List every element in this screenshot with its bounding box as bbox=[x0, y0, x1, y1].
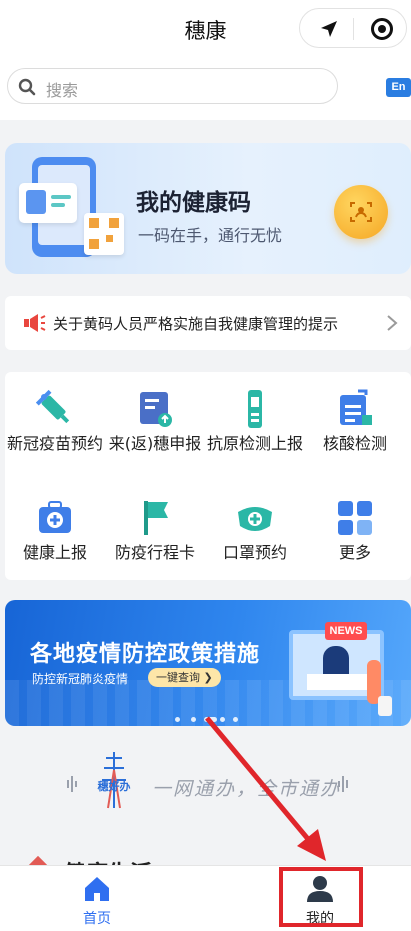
declaration-form-icon bbox=[140, 392, 172, 427]
luggage-illustration bbox=[378, 696, 392, 716]
carousel-indicator bbox=[175, 717, 245, 723]
grid-more-icon bbox=[338, 501, 372, 535]
megaphone-icon bbox=[24, 314, 46, 332]
location-arrow-icon[interactable] bbox=[319, 19, 339, 39]
antigen-test-icon bbox=[248, 390, 262, 428]
close-target-icon[interactable] bbox=[371, 18, 393, 40]
service-label: 新冠疫苗预约 bbox=[6, 434, 103, 453]
sound-wave-left-icon bbox=[67, 776, 77, 792]
notice-bar[interactable]: 关于黄码人员严格实施自我健康管理的提示 bbox=[5, 296, 411, 350]
vaccine-syringe-icon bbox=[36, 389, 70, 424]
nucleic-acid-test-icon bbox=[340, 389, 372, 425]
service-label: 口罩预约 bbox=[222, 543, 287, 562]
news-badge: NEWS bbox=[325, 622, 367, 640]
search-icon bbox=[18, 78, 36, 96]
mask-icon bbox=[238, 507, 272, 531]
face-scan-button[interactable] bbox=[334, 185, 388, 239]
search-placeholder: 搜索 bbox=[46, 81, 79, 100]
sound-wave-right-icon bbox=[338, 776, 348, 792]
service-label: 来(返)穗申报 bbox=[108, 434, 202, 453]
miniprogram-capsule bbox=[299, 8, 407, 48]
service-label: 防疫行程卡 bbox=[114, 543, 195, 562]
id-card-illustration-icon bbox=[19, 183, 77, 223]
service-label: 健康上报 bbox=[22, 543, 87, 562]
medical-kit-icon bbox=[39, 501, 71, 533]
health-code-title: 我的健康码 bbox=[136, 190, 251, 216]
search-bar: 搜索 En bbox=[0, 58, 411, 120]
tab-label: 首页 bbox=[83, 911, 111, 927]
banner-subtitle: 防控新冠肺炎疫情 bbox=[32, 672, 129, 686]
service-label: 核酸检测 bbox=[322, 434, 387, 453]
chevron-right-icon bbox=[387, 315, 398, 331]
search-input[interactable]: 搜索 bbox=[7, 68, 338, 104]
service-label: 抗原检测上报 bbox=[206, 434, 303, 453]
policy-banner[interactable]: 各地疫情防控政策措施 防控新冠肺炎疫情 一键查询 ❯ NEWS bbox=[5, 600, 411, 726]
qr-code-icon bbox=[84, 213, 124, 255]
flag-itinerary-icon bbox=[144, 501, 168, 535]
top-bar: 穗康 bbox=[0, 0, 411, 58]
banner-title: 各地疫情防控政策措施 bbox=[30, 642, 261, 667]
slogan-text: 一网通办，全市通办 bbox=[152, 778, 342, 800]
one-click-query-button[interactable]: 一键查询 ❯ bbox=[148, 668, 221, 687]
highlight-box-annotation bbox=[279, 867, 363, 927]
health-code-card[interactable]: 我的健康码 一码在手，通行无忧 bbox=[5, 143, 411, 274]
capsule-divider bbox=[353, 18, 354, 40]
logo-text: 穗好办 bbox=[98, 779, 131, 793]
home-icon bbox=[85, 877, 109, 901]
sui-hao-ban-logo: 穗好办 bbox=[98, 752, 131, 809]
face-scan-icon bbox=[350, 202, 372, 222]
health-code-subtitle: 一码在手，通行无忧 bbox=[138, 226, 283, 245]
slogan-area: 穗好办 一网通办，全市通办 bbox=[0, 736, 411, 836]
language-en-button[interactable]: En bbox=[386, 78, 411, 97]
notice-text: 关于黄码人员严格实施自我健康管理的提示 bbox=[53, 315, 339, 333]
service-label: 更多 bbox=[338, 543, 371, 562]
services-grid: 新冠疫苗预约 来(返)穗申报 抗原检测上报 核酸检测 健康上报 防疫行程卡 口罩… bbox=[5, 372, 411, 580]
